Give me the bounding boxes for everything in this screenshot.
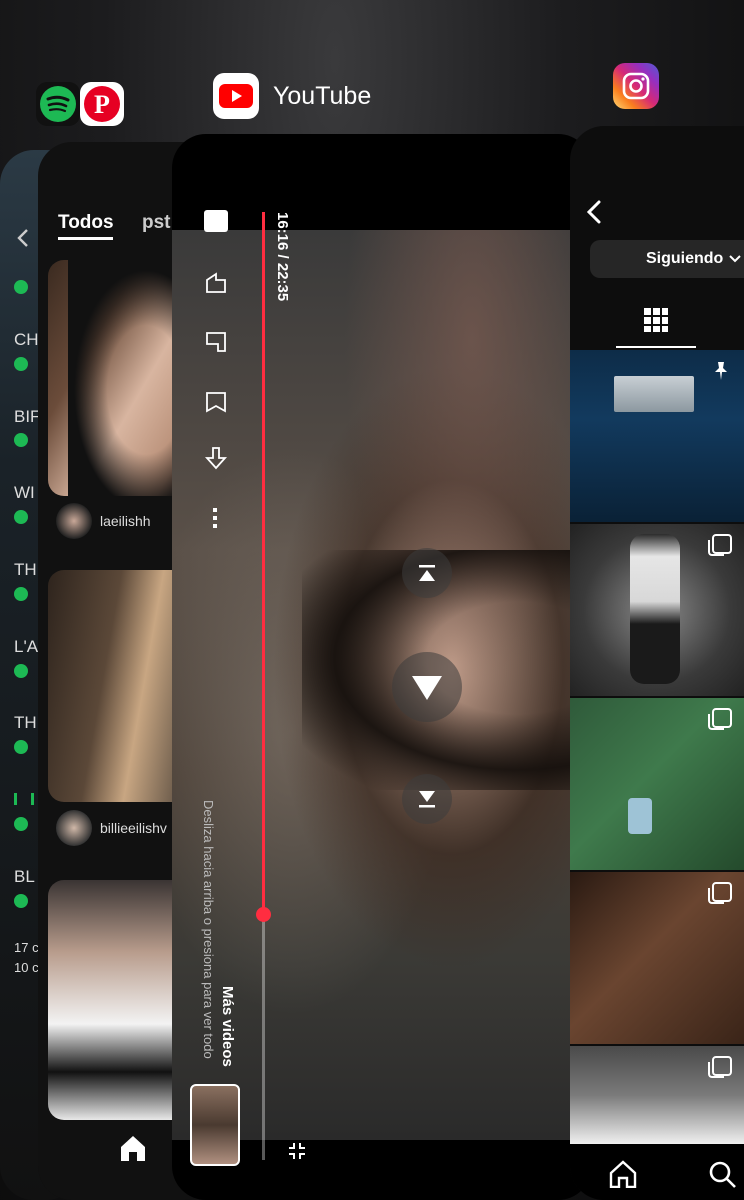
- figure-shape: [630, 534, 680, 684]
- footer-line: 17 c: [14, 940, 39, 955]
- youtube-app-icon[interactable]: [213, 73, 259, 119]
- progress-track[interactable]: [256, 212, 271, 1160]
- post-thumbnail[interactable]: [570, 1046, 744, 1144]
- tab-todos[interactable]: Todos: [58, 212, 114, 234]
- track-title: WI: [14, 483, 35, 502]
- tag-shape: [628, 798, 652, 834]
- post-thumbnail[interactable]: [570, 350, 744, 522]
- dropdown-label: Siguiendo: [646, 250, 724, 267]
- download-icon: [14, 510, 28, 524]
- download-icon: [14, 894, 28, 908]
- post-thumbnail[interactable]: [570, 698, 744, 870]
- track-title: BIF: [14, 407, 41, 426]
- more-videos-thumbnail[interactable]: [190, 1084, 240, 1166]
- more-videos-title: Más videos: [219, 986, 236, 1067]
- progress-fill: [262, 212, 265, 914]
- carousel-icon: [708, 882, 732, 904]
- playing-bars-icon: [14, 793, 34, 805]
- skip-previous-button[interactable]: [402, 548, 452, 598]
- track-title: TH: [14, 713, 37, 732]
- play-pause-button[interactable]: [392, 652, 462, 722]
- tab-next[interactable]: pst: [142, 212, 171, 234]
- skip-previous-icon: [419, 565, 435, 581]
- avatar: [56, 503, 92, 539]
- progress-thumb[interactable]: [256, 906, 271, 922]
- home-icon[interactable]: [608, 1160, 638, 1188]
- pinterest-icon: P: [84, 86, 120, 122]
- post-thumbnail[interactable]: [570, 524, 744, 696]
- window-shape: [614, 376, 694, 412]
- pin-icon: [715, 362, 727, 380]
- more-videos-hint: Desliza hacia arriba o presiona para ver…: [201, 800, 216, 1059]
- chevron-down-icon: [729, 255, 742, 263]
- home-icon[interactable]: [118, 1134, 148, 1162]
- carousel-icon: [708, 534, 732, 556]
- pause-side-icon[interactable]: [204, 210, 228, 232]
- track-title: L'A: [14, 637, 39, 656]
- skip-next-button[interactable]: [402, 774, 452, 824]
- download-icon: [14, 587, 28, 601]
- avatar: [56, 810, 92, 846]
- skip-next-icon: [419, 791, 435, 808]
- footer-line: 10 c: [14, 960, 39, 975]
- spotify-app-icon[interactable]: [36, 82, 80, 126]
- play-icon: [412, 676, 442, 700]
- like-icon[interactable]: [204, 272, 228, 296]
- youtube-label[interactable]: YouTube: [213, 73, 371, 119]
- youtube-app-name: YouTube: [273, 81, 372, 110]
- svg-text:P: P: [94, 90, 110, 119]
- download-icon: [14, 357, 28, 371]
- download-icon: [14, 740, 28, 754]
- youtube-play-icon: [219, 84, 253, 108]
- track-title: CH: [14, 330, 39, 349]
- pin-user[interactable]: laeilishh: [56, 503, 151, 539]
- dislike-icon[interactable]: [204, 330, 228, 354]
- post-thumbnail[interactable]: [570, 872, 744, 1044]
- search-icon[interactable]: [708, 1160, 736, 1188]
- more-options-icon[interactable]: [213, 508, 217, 528]
- youtube-card[interactable]: 16:16 / 22:35 Desliza hacia arriba o pre…: [172, 134, 592, 1200]
- share-icon[interactable]: [204, 446, 228, 470]
- pin-username: laeilishh: [100, 513, 151, 529]
- instagram-app-icon[interactable]: [613, 63, 659, 109]
- pinterest-app-icon[interactable]: P: [80, 82, 124, 126]
- spotify-icon: [40, 86, 76, 122]
- back-chevron-icon[interactable]: [586, 200, 602, 224]
- exit-fullscreen-icon[interactable]: [288, 1142, 306, 1160]
- bottom-nav: [570, 1144, 744, 1200]
- download-icon: [14, 664, 28, 678]
- spotify-pinterest-label[interactable]: P: [36, 82, 124, 126]
- tab-underline: [58, 237, 113, 240]
- carousel-icon: [708, 708, 732, 730]
- following-dropdown[interactable]: Siguiendo: [590, 240, 744, 278]
- more-videos-panel[interactable]: Desliza hacia arriba o presiona para ver…: [196, 800, 246, 1100]
- instagram-camera-icon: [622, 72, 650, 100]
- back-chevron-icon[interactable]: [16, 228, 30, 248]
- grid-icon[interactable]: [643, 307, 669, 333]
- pin-username: billieeilishv: [100, 820, 167, 836]
- download-icon: [14, 817, 28, 831]
- time-display: 16:16 / 22:35: [274, 212, 306, 392]
- grid-tab-underline: [616, 346, 696, 348]
- track-title: BL: [14, 867, 35, 886]
- time-text: 16:16 / 22:35: [274, 212, 291, 302]
- comment-icon[interactable]: [204, 390, 228, 414]
- download-icon: [14, 280, 28, 294]
- carousel-icon: [708, 1056, 732, 1078]
- track-title: TH: [14, 560, 37, 579]
- pin-user[interactable]: billieeilishv: [56, 810, 167, 846]
- download-icon: [14, 433, 28, 447]
- instagram-card[interactable]: Siguiendo: [570, 126, 744, 1200]
